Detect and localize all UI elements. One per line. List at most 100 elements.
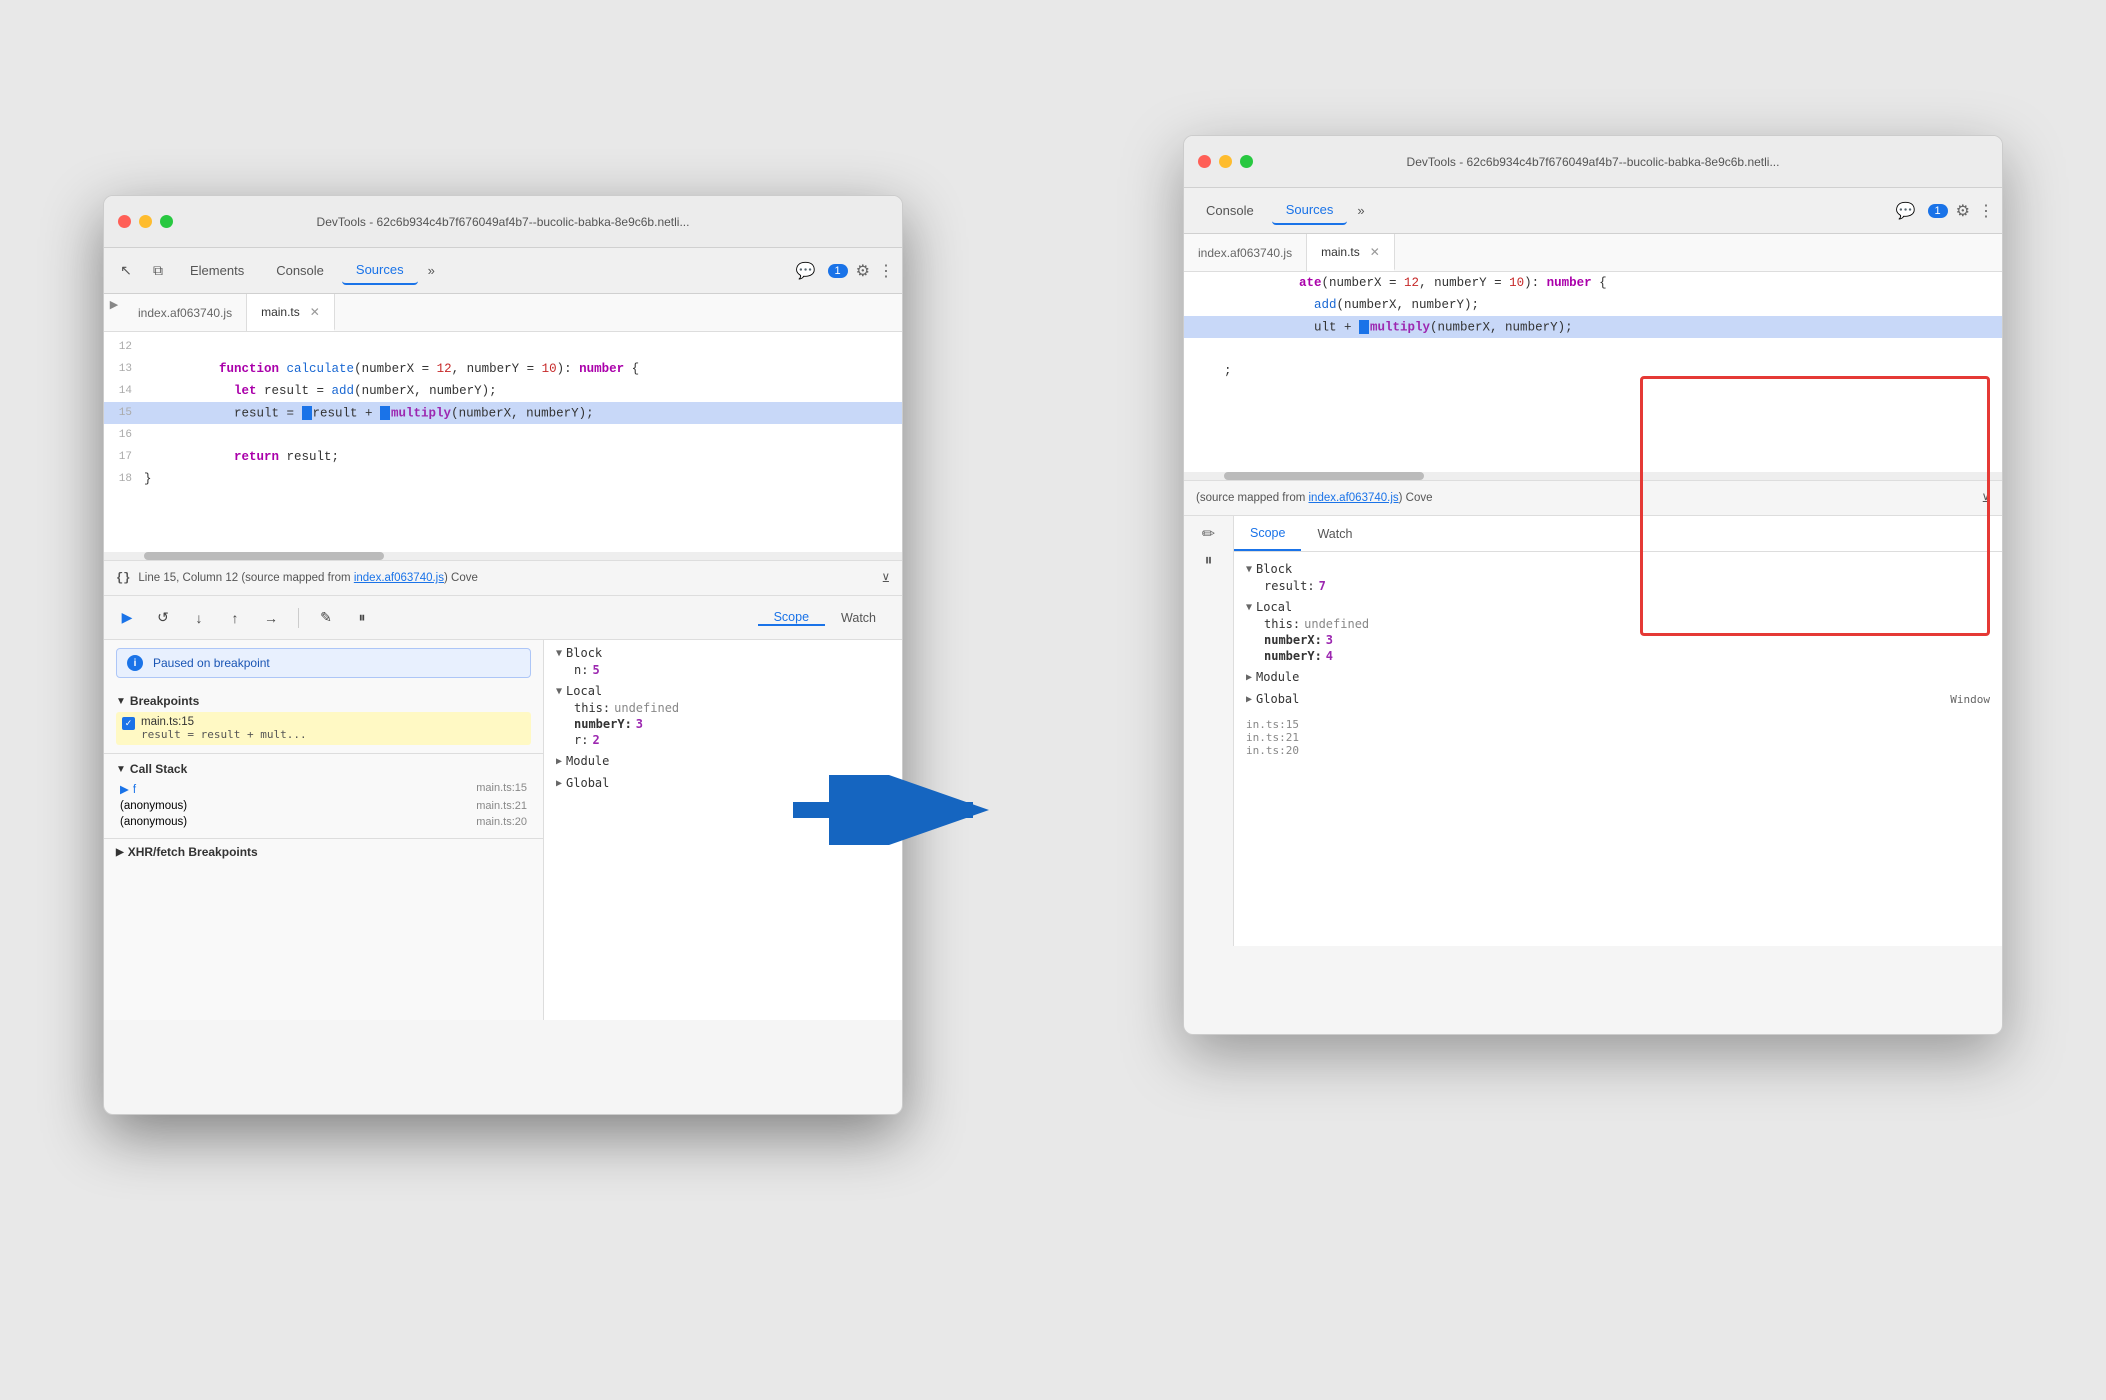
back-scope-tabs: Scope Watch — [1234, 516, 2002, 552]
back-scope-group-local: ▼ Local this: undefined numberX: 3 num — [1246, 598, 1990, 664]
front-scope-item-r: r: 2 — [556, 732, 890, 748]
front-chat-icon: 💬 — [796, 261, 816, 281]
back-tab-more[interactable]: » — [1351, 199, 1370, 222]
front-code-area: 12 13 function calculate(numberX = 12, n… — [104, 332, 902, 552]
back-toolbar: Console Sources » 💬 1 ⚙ ⋮ — [1184, 188, 2002, 234]
edit-icon[interactable]: ✏ — [1202, 524, 1215, 544]
front-scope-group-local: ▼ Local this: undefined numberY: 3 r: — [556, 682, 890, 748]
callstack-title[interactable]: ▼ Call Stack — [116, 762, 531, 776]
front-title: DevTools - 62c6b934c4b7f676049af4b7--buc… — [317, 215, 690, 229]
back-scope-item-this: this: undefined — [1246, 616, 1990, 632]
breakpoints-title[interactable]: ▼ Breakpoints — [116, 694, 531, 708]
back-file-tab-index[interactable]: index.af063740.js — [1184, 234, 1307, 271]
front-local-label: Local — [566, 684, 602, 698]
callstack-item-anon1[interactable]: (anonymous) main.ts:21 — [116, 798, 531, 814]
front-scrollbar[interactable] — [104, 552, 902, 560]
min-btn[interactable] — [1219, 155, 1232, 168]
back-titlebar: DevTools - 62c6b934c4b7f676049af4b7--buc… — [1184, 136, 2002, 188]
front-module-title[interactable]: ▶ Module — [556, 752, 890, 770]
bp-checkbox-1[interactable]: ✓ — [122, 717, 135, 730]
pause-icon[interactable]: ⏸ — [1204, 552, 1212, 570]
step-btn[interactable]: → — [258, 605, 284, 631]
pause-exceptions-btn[interactable]: ⏸ — [349, 605, 375, 631]
breakpoints-label: Breakpoints — [130, 694, 199, 708]
front-scope-tab-watch[interactable]: Watch — [825, 610, 892, 626]
front-pointer-btn[interactable]: ↖ — [112, 257, 140, 285]
info-icon: i — [127, 655, 143, 671]
front-index-filename: index.af063740.js — [138, 306, 232, 320]
back-scope-tab-watch[interactable]: Watch — [1301, 516, 1368, 551]
front-scope-tab-scope[interactable]: Scope — [758, 610, 825, 626]
back-block-title[interactable]: ▼ Block — [1246, 560, 1990, 578]
back-scope-tab-scope[interactable]: Scope — [1234, 516, 1301, 551]
back-local-title[interactable]: ▼ Local — [1246, 598, 1990, 616]
back-block-label: Block — [1256, 562, 1292, 576]
resume-btn[interactable]: ▶ — [114, 605, 140, 631]
back-status-text: (source mapped from index.af063740.js) C… — [1196, 492, 1433, 504]
step-out-btn[interactable]: ↑ — [222, 605, 248, 631]
back-source-link[interactable]: index.af063740.js — [1309, 492, 1399, 504]
back-badge: 1 — [1928, 204, 1948, 218]
back-tab-sources[interactable]: Sources — [1272, 196, 1348, 225]
front-local-title[interactable]: ▼ Local — [556, 682, 890, 700]
front-tab-console[interactable]: Console — [262, 257, 338, 284]
front-file-tab-main[interactable]: main.ts ✕ — [247, 294, 335, 331]
front-toggle-icon[interactable]: ⊻ — [882, 571, 890, 585]
front-status-text: Line 15, Column 12 (source mapped from i… — [138, 572, 477, 584]
callstack-item-f[interactable]: ▶f main.ts:15 — [116, 780, 531, 798]
front-block-label: Block — [566, 646, 602, 660]
max-btn[interactable] — [1240, 155, 1253, 168]
xhr-section: ▶ XHR/fetch Breakpoints — [104, 838, 543, 869]
callstack-item-anon2[interactable]: (anonymous) main.ts:20 — [116, 814, 531, 830]
front-max-btn[interactable] — [160, 215, 173, 228]
front-main-filename: main.ts — [261, 305, 300, 319]
xhr-title[interactable]: ▶ XHR/fetch Breakpoints — [116, 845, 531, 859]
front-sidebar-panel: i Paused on breakpoint ▼ Breakpoints ✓ m… — [104, 640, 544, 1020]
toggle-icon[interactable]: ⊻ — [1982, 491, 1990, 505]
front-status-braces: {} — [116, 571, 130, 585]
gear-icon[interactable]: ⚙ — [1956, 201, 1970, 221]
front-scope-item-this: this: undefined — [556, 700, 890, 716]
front-scope-val-n: 5 — [592, 663, 599, 677]
front-tab-elements[interactable]: Elements — [176, 257, 258, 284]
bp-details-1: main.ts:15 result = result + mult... — [141, 716, 307, 741]
back-module-title[interactable]: ▶ Module — [1246, 668, 1990, 686]
front-global-title[interactable]: ▶ Global Window — [556, 774, 890, 792]
back-scrollbar[interactable] — [1184, 472, 2002, 480]
back-toolbar-right: 💬 1 ⚙ ⋮ — [1896, 201, 1994, 221]
back-file-tab-main[interactable]: main.ts ✕ — [1307, 234, 1395, 271]
close-btn[interactable] — [1198, 155, 1211, 168]
front-block-title[interactable]: ▼ Block — [556, 644, 890, 662]
front-code-line-18: 18 } — [104, 468, 902, 490]
back-scope-group-global: ▶ Global Window — [1246, 690, 1990, 708]
back-scrollbar-thumb[interactable] — [1224, 472, 1424, 480]
front-statusbar: {} Line 15, Column 12 (source mapped fro… — [104, 560, 902, 596]
front-scrollbar-thumb[interactable] — [144, 552, 384, 560]
front-tab-more[interactable]: » — [422, 259, 441, 282]
front-source-link[interactable]: index.af063740.js — [354, 572, 444, 584]
front-tab-sources[interactable]: Sources — [342, 256, 418, 285]
front-file-tab-index[interactable]: index.af063740.js — [124, 294, 247, 331]
front-gear-icon[interactable]: ⚙ — [856, 261, 870, 281]
front-sidebar-toggle[interactable]: ▶ — [104, 294, 124, 314]
back-files-tabbar: index.af063740.js main.ts ✕ — [1184, 234, 2002, 272]
back-global-title[interactable]: ▶ Global Window — [1246, 690, 1990, 708]
front-more-icon[interactable]: ⋮ — [878, 261, 894, 281]
front-scope-group-global: ▶ Global Window — [556, 774, 890, 792]
back-scope-content: ▼ Block result: 7 ▼ Local — [1234, 552, 2002, 765]
more-icon[interactable]: ⋮ — [1978, 201, 1994, 221]
front-main-close[interactable]: ✕ — [310, 305, 320, 319]
front-global-val: Window — [850, 777, 890, 790]
front-scope-tab-area: Scope Watch — [758, 610, 892, 626]
front-layers-btn[interactable]: ⧉ — [144, 257, 172, 285]
back-main-close[interactable]: ✕ — [1370, 245, 1380, 259]
back-cs-ref-1: in.ts:15 — [1246, 718, 1990, 731]
back-tab-console[interactable]: Console — [1192, 197, 1268, 224]
front-close-btn[interactable] — [118, 215, 131, 228]
back-module-label: Module — [1256, 670, 1299, 684]
back-numberY-key: numberY: — [1264, 649, 1322, 663]
front-min-btn[interactable] — [139, 215, 152, 228]
step-over-btn[interactable]: ↺ — [150, 605, 176, 631]
edit-breakpoints-btn[interactable]: ✎ — [313, 605, 339, 631]
step-into-btn[interactable]: ↓ — [186, 605, 212, 631]
